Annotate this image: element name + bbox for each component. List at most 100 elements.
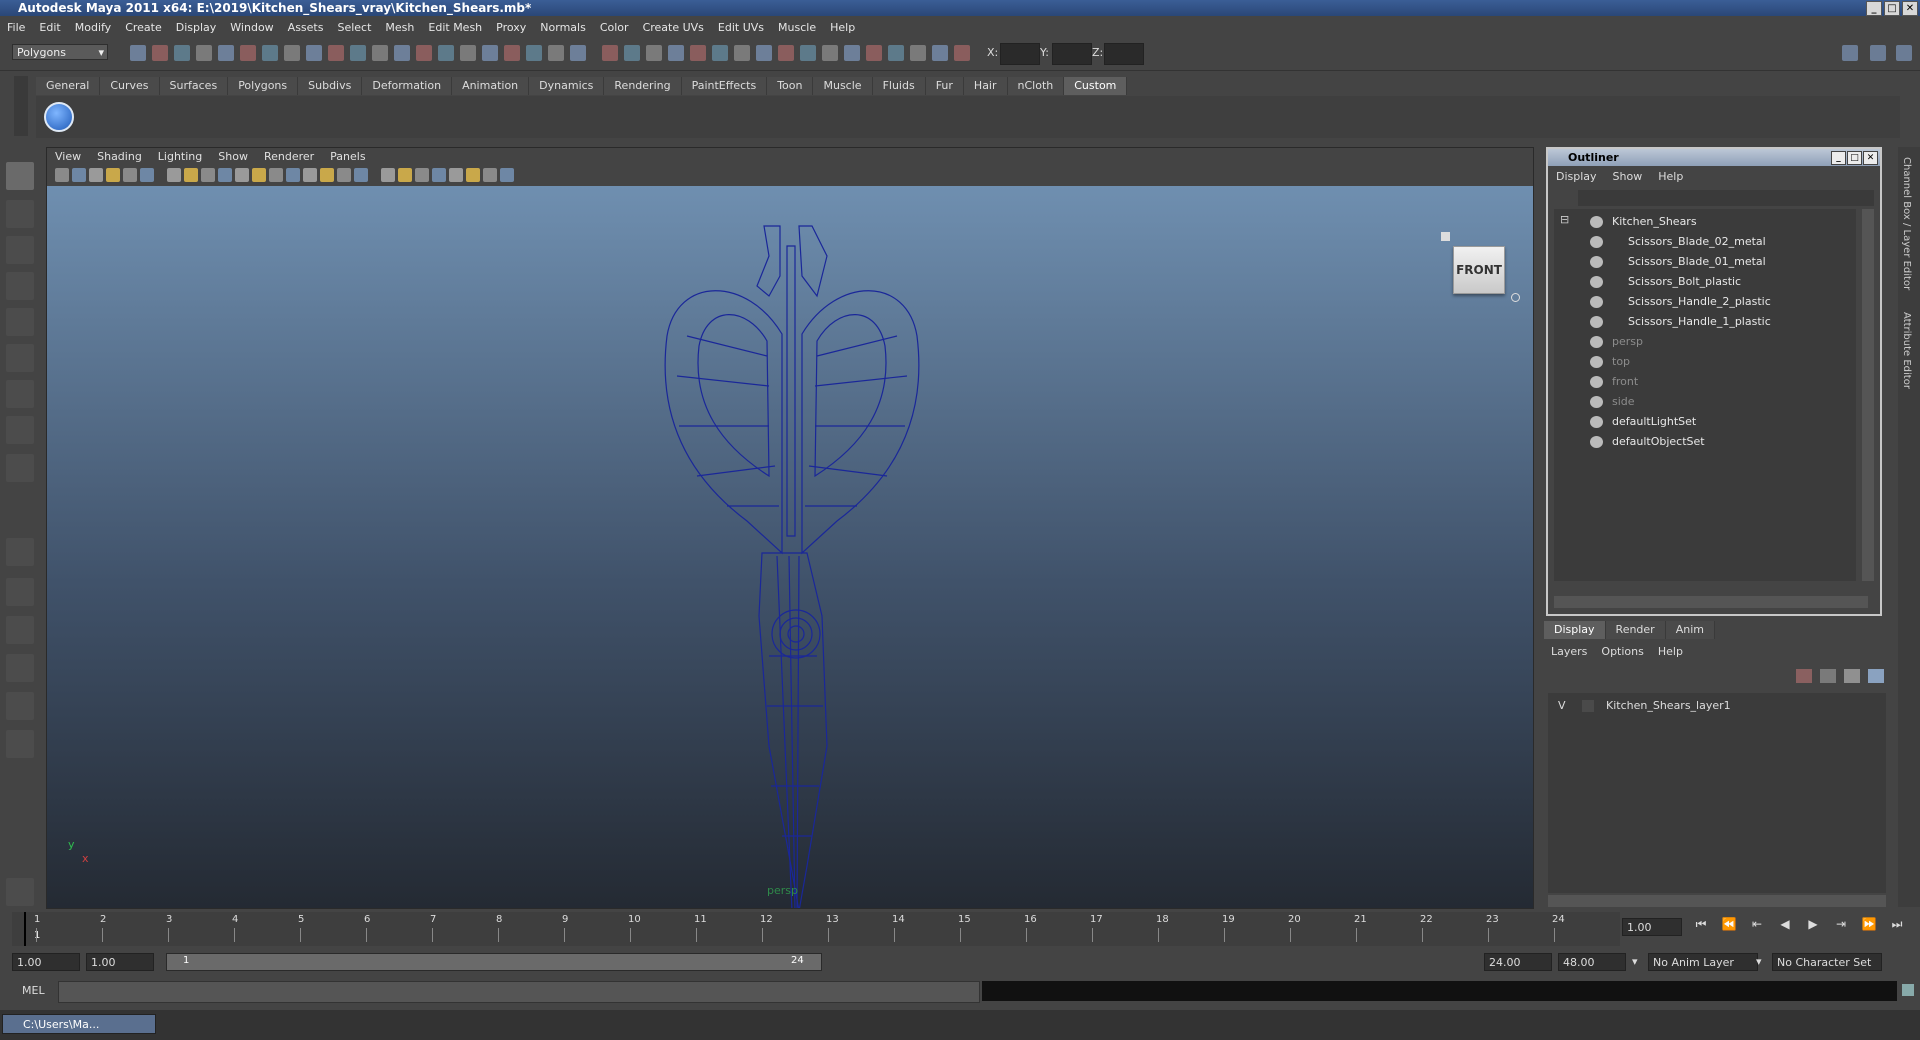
shelf-tab-rendering[interactable]: Rendering: [604, 77, 682, 95]
shelf-tab-ncloth[interactable]: nCloth: [1007, 77, 1065, 95]
status-tool-icon[interactable]: [482, 45, 498, 61]
shelf-tab-general[interactable]: General: [36, 77, 101, 95]
viewport-tool-icon[interactable]: [337, 168, 351, 182]
status-tool-icon[interactable]: [646, 45, 662, 61]
status-tool-icon[interactable]: [800, 45, 816, 61]
x-field[interactable]: [1000, 43, 1040, 65]
viewport-tool-icon[interactable]: [286, 168, 300, 182]
status-tool-icon[interactable]: [196, 45, 212, 61]
status-tool-icon[interactable]: [910, 45, 926, 61]
last-tool-icon[interactable]: [6, 454, 34, 482]
outliner-item-scissors-blade-02-metal[interactable]: Scissors_Blade_02_metal: [1554, 233, 1844, 251]
viewport-tool-icon[interactable]: [303, 168, 317, 182]
step-back-frame-icon[interactable]: ⇤: [1746, 917, 1768, 932]
status-tool-icon[interactable]: [394, 45, 410, 61]
status-tool-icon[interactable]: [460, 45, 476, 61]
step-forward-frame-icon[interactable]: ⇥: [1830, 917, 1852, 932]
channel-box-tab[interactable]: Channel Box / Layer Editor: [1901, 157, 1912, 290]
move-tool-icon[interactable]: [6, 272, 34, 300]
outliner-vertical-scrollbar[interactable]: [1862, 209, 1874, 581]
shelf-tab-subdivs[interactable]: Subdivs: [298, 77, 363, 95]
status-tool-icon[interactable]: [756, 45, 772, 61]
menu-file[interactable]: File: [0, 21, 32, 34]
viewport-menu-lighting[interactable]: Lighting: [150, 148, 210, 166]
outliner-item-front[interactable]: front: [1554, 373, 1844, 391]
collapse-icon[interactable]: ⊟: [1560, 213, 1569, 226]
status-tool-icon[interactable]: [284, 45, 300, 61]
menu-window[interactable]: Window: [223, 21, 280, 34]
home-icon[interactable]: [1441, 232, 1450, 241]
scale-tool-icon[interactable]: [6, 344, 34, 372]
shelf-tab-fluids[interactable]: Fluids: [872, 77, 926, 95]
viewport-tool-icon[interactable]: [123, 168, 137, 182]
viewport-tool-icon[interactable]: [89, 168, 103, 182]
shelf-tab-painteffects[interactable]: PaintEffects: [681, 77, 768, 95]
viewcube-menu-icon[interactable]: [1511, 293, 1520, 302]
status-tool-icon[interactable]: [570, 45, 586, 61]
status-tool-icon[interactable]: [372, 45, 388, 61]
menu-select[interactable]: Select: [330, 21, 378, 34]
outliner-horizontal-scrollbar[interactable]: [1554, 596, 1868, 608]
command-language-label[interactable]: MEL: [22, 984, 45, 997]
current-frame-marker[interactable]: [24, 912, 26, 946]
outliner-filter-field[interactable]: [1578, 190, 1874, 206]
menu-help[interactable]: Help: [823, 21, 862, 34]
character-set-dropdown[interactable]: No Character Set: [1772, 953, 1882, 971]
layer-menu-layers[interactable]: Layers: [1544, 643, 1594, 661]
viewport-menu-renderer[interactable]: Renderer: [256, 148, 322, 166]
shelf-tab-surfaces[interactable]: Surfaces: [159, 77, 229, 95]
status-tool-icon[interactable]: [152, 45, 168, 61]
animation-start-field[interactable]: 1.00: [12, 953, 80, 971]
menu-proxy[interactable]: Proxy: [489, 21, 533, 34]
shelf-menu-handle[interactable]: [14, 76, 28, 136]
status-tool-icon[interactable]: [438, 45, 454, 61]
outliner-close-button[interactable]: ✕: [1863, 151, 1878, 165]
layer-tab-anim[interactable]: Anim: [1665, 621, 1715, 639]
graph-layout-icon[interactable]: [6, 654, 34, 682]
layer-scrollbar[interactable]: [1548, 895, 1886, 907]
manipulator-icon[interactable]: [6, 380, 34, 408]
viewport-tool-icon[interactable]: [235, 168, 249, 182]
viewport-tool-icon[interactable]: [354, 168, 368, 182]
viewport-tool-icon[interactable]: [201, 168, 215, 182]
hypershade-layout-icon[interactable]: [6, 692, 34, 720]
viewport-tool-icon[interactable]: [252, 168, 266, 182]
maximize-button[interactable]: □: [1884, 1, 1900, 16]
menu-display[interactable]: Display: [169, 21, 224, 34]
status-tool-icon[interactable]: [262, 45, 278, 61]
outliner-item-kitchen-shears[interactable]: Kitchen_Shears: [1554, 213, 1844, 231]
outliner-minimize-button[interactable]: _: [1831, 151, 1846, 165]
menu-create-uvs[interactable]: Create UVs: [636, 21, 711, 34]
playback-end-field[interactable]: 24.00: [1484, 953, 1552, 971]
viewport-menu-show[interactable]: Show: [210, 148, 256, 166]
status-tool-icon[interactable]: [844, 45, 860, 61]
outliner-item-scissors-blade-01-metal[interactable]: Scissors_Blade_01_metal: [1554, 253, 1844, 271]
status-tool-icon[interactable]: [526, 45, 542, 61]
status-tool-icon[interactable]: [778, 45, 794, 61]
go-to-end-icon[interactable]: ⏭: [1886, 917, 1908, 932]
shelf-tab-curves[interactable]: Curves: [100, 77, 160, 95]
outliner-item-side[interactable]: side: [1554, 393, 1844, 411]
viewport-tool-icon[interactable]: [218, 168, 232, 182]
step-back-key-icon[interactable]: ⏪: [1718, 917, 1740, 932]
status-tool-icon[interactable]: [866, 45, 882, 61]
viewport-tool-icon[interactable]: [432, 168, 446, 182]
viewport-tool-icon[interactable]: [55, 168, 69, 182]
layer-from-selected-icon[interactable]: [1820, 669, 1836, 683]
status-tool-icon[interactable]: [548, 45, 564, 61]
shelf-tab-animation[interactable]: Animation: [452, 77, 530, 95]
channel-box-icon[interactable]: [1870, 45, 1886, 61]
viewport-tool-icon[interactable]: [398, 168, 412, 182]
anim-layer-dropdown[interactable]: No Anim Layer: [1648, 953, 1758, 971]
paint-select-icon[interactable]: [6, 236, 34, 264]
go-to-start-icon[interactable]: ⏮: [1690, 917, 1712, 932]
animation-end-field[interactable]: 48.00: [1558, 953, 1626, 971]
outliner-item-top[interactable]: top: [1554, 353, 1844, 371]
shelf-tab-deformation[interactable]: Deformation: [362, 77, 453, 95]
viewport-tool-icon[interactable]: [381, 168, 395, 182]
close-button[interactable]: ✕: [1902, 1, 1918, 16]
layout-icon[interactable]: [1842, 45, 1858, 61]
viewport-tool-icon[interactable]: [269, 168, 283, 182]
shelf-tab-hair[interactable]: Hair: [963, 77, 1008, 95]
status-tool-icon[interactable]: [240, 45, 256, 61]
